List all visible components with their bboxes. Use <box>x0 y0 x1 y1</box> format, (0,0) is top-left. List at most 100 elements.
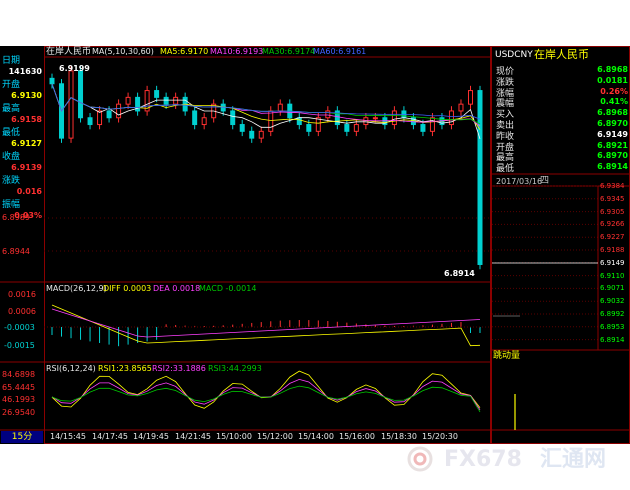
bar-info-value: 6.9139 <box>11 163 42 172</box>
bar-info-label: 振幅 <box>2 200 21 210</box>
low-marker: 6.8914 <box>444 269 475 278</box>
quote-row-value: 6.8914 <box>597 162 628 172</box>
candle <box>192 110 198 126</box>
bar-info-value: 6.9158 <box>11 115 42 124</box>
macd-tick: 0.0006 <box>8 307 36 316</box>
candle <box>296 117 302 126</box>
candle <box>363 117 369 126</box>
candle <box>277 103 283 112</box>
quote-row-value: 6.9149 <box>597 129 628 139</box>
bar-info-label: 日期 <box>2 56 21 66</box>
fx678-logo-icon <box>407 446 433 472</box>
bar-info-value: 6.9127 <box>11 139 42 148</box>
tick-axis-label: 6.9305 <box>600 207 625 216</box>
candle <box>268 110 274 132</box>
rsi-tick: 65.4445 <box>2 383 36 392</box>
tick-axis-label: 6.9110 <box>600 271 625 280</box>
rsi-title: RSI(6,12,24) <box>46 364 96 373</box>
macd-tick: 0.0016 <box>8 290 36 299</box>
candle <box>458 103 464 112</box>
time-axis-label: 14/17:45 <box>92 432 128 441</box>
candle <box>249 130 255 139</box>
quote-row-value: 6.8921 <box>597 140 628 150</box>
trading-terminal: 在岸人民币 MA(5,10,30,60) MA5:6.9170 MA10:6.9… <box>0 46 630 444</box>
rsi2-value: RSI2:33.1886 <box>152 364 206 373</box>
price-tick: 6.8989 <box>2 213 30 222</box>
bar-info-label: 最低 <box>2 128 21 138</box>
candle <box>467 90 473 105</box>
candle <box>106 110 112 119</box>
candle <box>97 110 103 126</box>
macd-dea: DEA 0.0018 <box>153 284 201 293</box>
watermark-cn: 汇通网 <box>540 447 607 472</box>
watermark-brand: FX678 <box>444 447 522 472</box>
watermark: FX678 汇通网 <box>400 446 628 472</box>
chart-grid <box>0 46 630 444</box>
time-axis-label: 15/14:00 <box>298 432 334 441</box>
ma-params: MA(5,10,30,60) <box>92 47 154 56</box>
macd-diff-line <box>51 304 481 347</box>
period-tab-15min[interactable]: 15分 <box>1 431 43 443</box>
candle <box>353 124 359 132</box>
tick-axis-label: 6.9266 <box>600 220 625 229</box>
time-axis-label: 15/10:00 <box>216 432 252 441</box>
bar-info-label: 涨跌 <box>2 176 21 186</box>
macd-title: MACD(26,12,9) <box>46 284 107 293</box>
macd-tick: -0.0015 <box>4 341 35 350</box>
quote-row-value: 6.8970 <box>597 151 628 161</box>
macd-dea-line <box>51 308 481 338</box>
rsi1-line <box>51 370 481 409</box>
rsi1-value: RSI1:23.8565 <box>98 364 152 373</box>
candle <box>325 110 331 119</box>
tick-axis-label: 6.8953 <box>600 322 625 331</box>
quote-row-value: 6.8968 <box>597 108 628 118</box>
tick-axis-label: 6.9384 <box>600 182 625 190</box>
time-axis-label: 15/20:30 <box>422 432 458 441</box>
candle <box>477 90 483 265</box>
candle <box>125 96 131 105</box>
rsi3-line <box>51 385 481 413</box>
quote-row-value: 6.8968 <box>597 65 628 74</box>
candle <box>163 96 169 105</box>
time-axis-label: 15/12:00 <box>257 432 293 441</box>
quote-row-value: 0.0181 <box>597 75 628 85</box>
ma10-value: MA10:6.9193 <box>210 47 264 56</box>
rsi-tick: 26.9540 <box>2 408 36 417</box>
rsi3-value: RSI3:44.2993 <box>208 364 262 373</box>
candle <box>154 90 160 98</box>
tick-axis-label: 6.9149 <box>600 258 625 267</box>
time-axis-label: 15/16:00 <box>339 432 375 441</box>
candle <box>230 110 236 126</box>
tick-axis-label: 6.9188 <box>600 246 625 254</box>
ma60-value: MA60:6.9161 <box>313 47 367 56</box>
candle <box>87 117 93 126</box>
quote-row-label: 最低 <box>496 164 515 175</box>
quote-name: 在岸人民币 <box>534 48 589 61</box>
macd-tick: -0.0003 <box>4 323 35 332</box>
time-axis-label: 14/21:45 <box>175 432 211 441</box>
candle <box>49 77 55 85</box>
bar-info-label: 最高 <box>2 104 21 114</box>
tick-axis-label: 6.9227 <box>600 233 625 242</box>
candle <box>116 103 122 119</box>
volume-label: 跳动量 <box>493 351 521 361</box>
candle <box>315 117 321 132</box>
tick-axis-label: 6.8914 <box>600 335 625 344</box>
price-tick: 6.8944 <box>2 247 30 256</box>
tick-axis-label: 6.9032 <box>600 297 625 306</box>
tick-axis-label: 6.9071 <box>600 284 625 293</box>
tick-axis-label: 6.9345 <box>600 194 625 203</box>
candle <box>429 117 435 132</box>
candle <box>78 70 84 119</box>
quote-row-value: 6.8970 <box>597 119 628 128</box>
quote-weekday: 四 <box>540 176 550 186</box>
quote-symbol: USDCNY <box>495 50 533 60</box>
candle <box>448 110 454 126</box>
macd-value: MACD -0.0014 <box>199 284 257 293</box>
bar-info-label: 开盘 <box>2 80 21 90</box>
rsi-tick: 46.1993 <box>2 395 36 404</box>
candle <box>372 117 378 120</box>
candle <box>258 130 264 139</box>
bar-info-label: 收盘 <box>2 152 21 162</box>
candle <box>306 124 312 132</box>
